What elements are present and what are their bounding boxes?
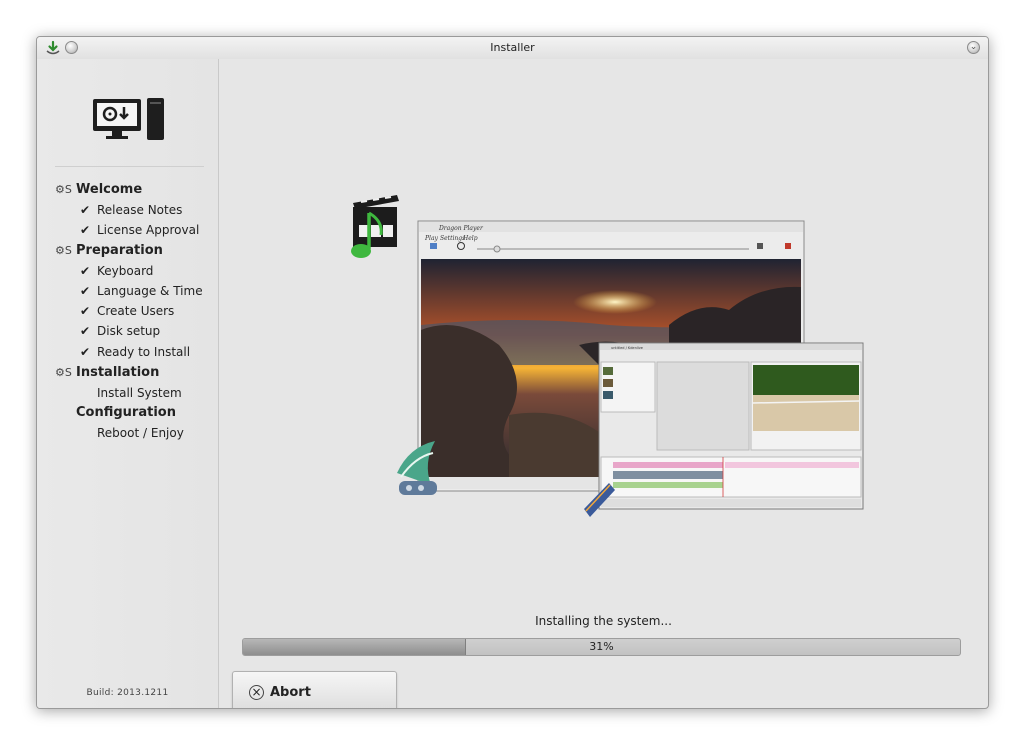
cancel-icon: × — [249, 685, 264, 700]
multimedia-slideshow: Dragon Player Play Settings Help untitle… — [351, 195, 864, 517]
player-menu-settings: Settings — [440, 235, 465, 242]
editor-title: untitled / Kdenlive — [611, 346, 643, 350]
step-installation: ⚙S Installation — [55, 363, 220, 383]
progress-label: 31% — [589, 640, 614, 653]
step-disk-setup: ✔ Disk setup — [55, 321, 220, 341]
window-menu-button[interactable]: ⌄ — [967, 41, 980, 54]
step-list: ⚙S Welcome ✔ Release Notes ✔ License Appro… — [55, 179, 220, 444]
abort-installation-button[interactable]: × Abort installation — [232, 671, 397, 708]
step-configuration: Configuration — [76, 405, 176, 421]
title-bar[interactable]: Installer ⌄ — [37, 37, 988, 59]
step-create-users: ✔ Create Users — [55, 301, 220, 321]
sidebar-divider — [55, 166, 204, 167]
step-welcome: ⚙S Welcome — [55, 180, 220, 200]
step-release-notes: ✔ Release Notes — [55, 200, 220, 220]
kdenlive-window: untitled / Kdenlive — [598, 342, 864, 510]
step-language-time: ✔ Language & Time — [55, 281, 220, 301]
checkmark-icon: ✔ — [80, 283, 91, 298]
checkmark-icon: ✔ — [80, 344, 91, 359]
keep-above-button[interactable] — [65, 41, 78, 54]
gear-icon: ⚙S — [55, 243, 72, 257]
step-install-system: Install System — [97, 385, 182, 400]
step-ready-to-install: ✔ Ready to Install — [55, 342, 220, 362]
main-content: Dragon Player Play Settings Help untitle… — [219, 59, 988, 708]
installer-window: Installer ⌄ ⚙S Welcome ✔ Release Notes ✔… — [36, 36, 989, 709]
checkmark-icon: ✔ — [80, 222, 91, 237]
player-menu-play: Play — [424, 235, 439, 242]
checkmark-icon: ✔ — [80, 263, 91, 278]
build-version: Build: 2013.1211 — [86, 688, 169, 698]
step-license-approval: ✔ License Approval — [55, 220, 220, 240]
install-status-text: Installing the system... — [535, 614, 672, 628]
step-reboot-enjoy: Reboot / Enjoy — [97, 426, 184, 441]
gear-icon: ⚙S — [55, 182, 72, 196]
step-preparation: ⚙S Preparation — [55, 241, 220, 261]
player-menu-help: Help — [462, 235, 478, 242]
installer-computer-icon — [93, 98, 164, 140]
checkmark-icon: ✔ — [80, 202, 91, 217]
app-menu-icon[interactable] — [45, 40, 61, 56]
gear-icon: ⚙S — [55, 365, 72, 379]
steps-sidebar: ⚙S Welcome ✔ Release Notes ✔ License Appro… — [37, 59, 219, 708]
abort-label: Abort installation — [270, 685, 311, 700]
window-title: Installer — [490, 41, 535, 54]
install-progress-bar: 31% — [242, 638, 961, 656]
music-clapper-icon — [351, 195, 399, 258]
step-keyboard: ✔ Keyboard — [55, 261, 220, 281]
player-title: Dragon Player — [438, 225, 484, 232]
checkmark-icon: ✔ — [80, 324, 91, 339]
checkmark-icon: ✔ — [80, 304, 91, 319]
